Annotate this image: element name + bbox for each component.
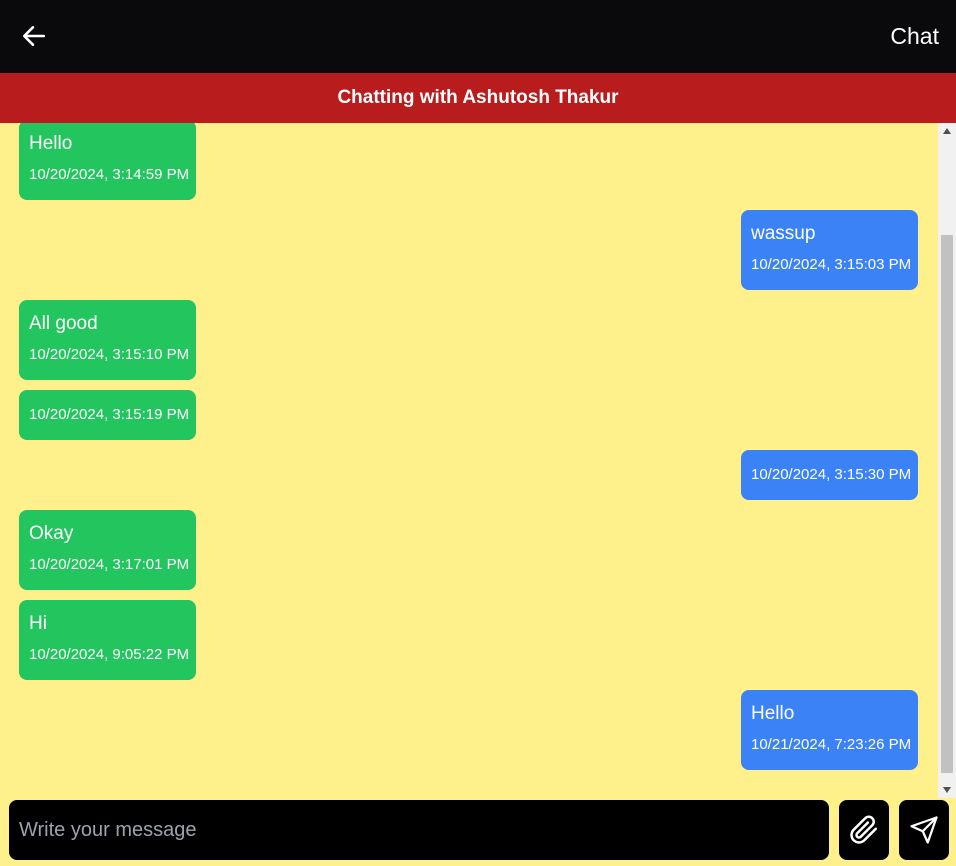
scroll-down-arrow-icon[interactable] [938,782,956,798]
message-received: Hi 10/20/2024, 9:05:22 PM [19,600,196,680]
scrollbar[interactable] [938,123,956,798]
message-timestamp: 10/21/2024, 7:23:26 PM [751,736,912,753]
message-text: Okay [29,523,74,544]
message-received: Hello 10/20/2024, 3:14:59 PM [19,123,196,200]
message-timestamp: 10/20/2024, 3:15:30 PM [751,466,912,483]
scrollbar-thumb[interactable] [941,235,953,773]
message-received: All good 10/20/2024, 3:15:10 PM [19,300,196,380]
message-timestamp: 10/20/2024, 3:14:59 PM [29,166,190,183]
message-timestamp: 10/20/2024, 9:05:22 PM [29,646,190,663]
paperclip-icon [850,815,878,844]
message-timestamp: 10/20/2024, 3:15:19 PM [29,406,190,423]
message-timestamp: 10/20/2024, 3:15:10 PM [29,346,190,363]
message-timestamp: 10/20/2024, 3:17:01 PM [29,556,190,573]
message-composer [0,798,956,866]
arrow-left-icon [22,26,46,46]
scroll-up-arrow-icon[interactable] [938,123,956,139]
message-input[interactable] [9,800,829,860]
message-sent: Hello 10/21/2024, 7:23:26 PM [741,690,918,770]
message-text: All good [29,313,98,334]
message-text: Hi [29,613,47,634]
message-text: wassup [751,223,816,244]
page-title: Chat [890,23,939,49]
message-received: 10/20/2024, 3:15:19 PM [19,390,196,440]
message-list[interactable]: Hello 10/20/2024, 3:14:59 PM wassup 10/2… [0,123,938,798]
message-received: Okay 10/20/2024, 3:17:01 PM [19,510,196,590]
message-sent: 10/20/2024, 3:15:30 PM [741,450,918,500]
send-icon [910,816,938,844]
back-button[interactable] [18,21,50,51]
top-navbar: Chat [0,0,956,73]
message-sent: wassup 10/20/2024, 3:15:03 PM [741,210,918,290]
chat-header: Chatting with Ashutosh Thakur [0,73,956,123]
message-timestamp: 10/20/2024, 3:15:03 PM [751,256,912,273]
attach-button[interactable] [839,800,889,860]
message-text: Hello [751,703,795,724]
send-button[interactable] [899,800,949,860]
message-text: Hello [29,133,73,154]
